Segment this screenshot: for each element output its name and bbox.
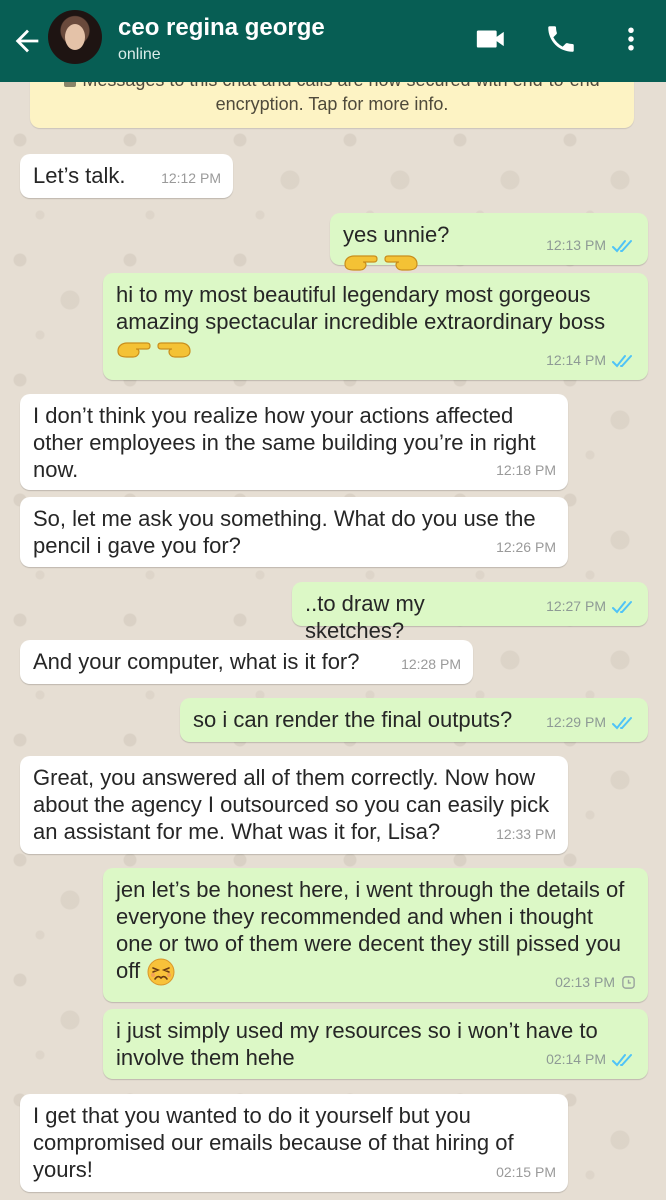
chat-header: ceo regina george online: [0, 0, 666, 82]
phone-call-icon[interactable]: [544, 22, 578, 56]
read-double-tick-icon: [612, 600, 632, 613]
message-bubble-incoming[interactable]: Great, you answered all of them correctl…: [20, 756, 568, 854]
message-bubble-incoming[interactable]: I get that you wanted to do it yourself …: [20, 1094, 568, 1192]
message-bubble-outgoing[interactable]: jen let’s be honest here, i went through…: [103, 868, 648, 1002]
contact-name[interactable]: ceo regina george: [118, 14, 325, 42]
contact-status: online: [118, 46, 161, 63]
message-time: 12:13 PM: [546, 237, 606, 253]
message-bubble-outgoing[interactable]: ..to draw my sketches? 12:27 PM: [292, 582, 648, 643]
pointing-fingers-emoji-icon: [117, 342, 191, 358]
message-bubble-incoming[interactable]: And your computer, what is it for? 12:28…: [20, 640, 473, 684]
back-arrow-icon[interactable]: [10, 24, 44, 58]
message-bubble-outgoing[interactable]: hi to my most beautiful legendary most g…: [103, 273, 648, 380]
persevering-face-emoji-icon: [147, 958, 175, 986]
avatar[interactable]: [48, 10, 102, 64]
message-bubble-incoming[interactable]: I don’t think you realize how your actio…: [20, 394, 568, 490]
message-time: 12:29 PM: [546, 714, 606, 730]
read-double-tick-icon: [612, 716, 632, 729]
message-text: yes unnie?: [343, 222, 450, 247]
message-bubble-incoming[interactable]: So, let me ask you something. What do yo…: [20, 497, 568, 567]
video-call-icon[interactable]: [474, 22, 508, 56]
message-text: I get that you wanted to do it yourself …: [33, 1103, 520, 1182]
message-time: 02:15 PM: [496, 1164, 556, 1180]
message-text: ..to draw my sketches?: [305, 591, 431, 643]
message-text: so i can render the final outputs?: [193, 707, 513, 732]
read-double-tick-icon: [612, 354, 632, 367]
message-text: And your computer, what is it for?: [33, 649, 360, 674]
message-text: So, let me ask you something. What do yo…: [33, 506, 542, 558]
message-bubble-outgoing[interactable]: yes unnie? 12:13 PM: [330, 213, 648, 271]
message-time: 12:12 PM: [161, 170, 221, 186]
message-time: 12:27 PM: [546, 598, 606, 614]
read-double-tick-icon: [612, 1053, 632, 1066]
message-time: 12:33 PM: [496, 826, 556, 842]
message-time: 02:14 PM: [546, 1051, 606, 1067]
message-text: jen let’s be honest here, i went through…: [116, 877, 631, 983]
pending-clock-icon: [622, 976, 635, 989]
message-text: I don’t think you realize how your actio…: [33, 403, 542, 482]
message-time: 12:14 PM: [546, 352, 606, 368]
message-bubble-incoming[interactable]: Let’s talk. 12:12 PM: [20, 154, 233, 198]
message-time: 12:18 PM: [496, 462, 556, 478]
read-double-tick-icon: [612, 239, 632, 252]
message-time: 02:13 PM: [555, 974, 615, 990]
message-time: 12:26 PM: [496, 539, 556, 555]
message-time: 12:28 PM: [401, 656, 461, 672]
message-bubble-outgoing[interactable]: so i can render the final outputs? 12:29…: [180, 698, 648, 742]
message-text: Let’s talk.: [33, 163, 126, 188]
message-text: Great, you answered all of them correctl…: [33, 765, 556, 844]
message-bubble-outgoing[interactable]: i just simply used my resources so i won…: [103, 1009, 648, 1079]
message-text: hi to my most beautiful legendary most g…: [116, 282, 606, 334]
more-options-icon[interactable]: [616, 22, 646, 56]
